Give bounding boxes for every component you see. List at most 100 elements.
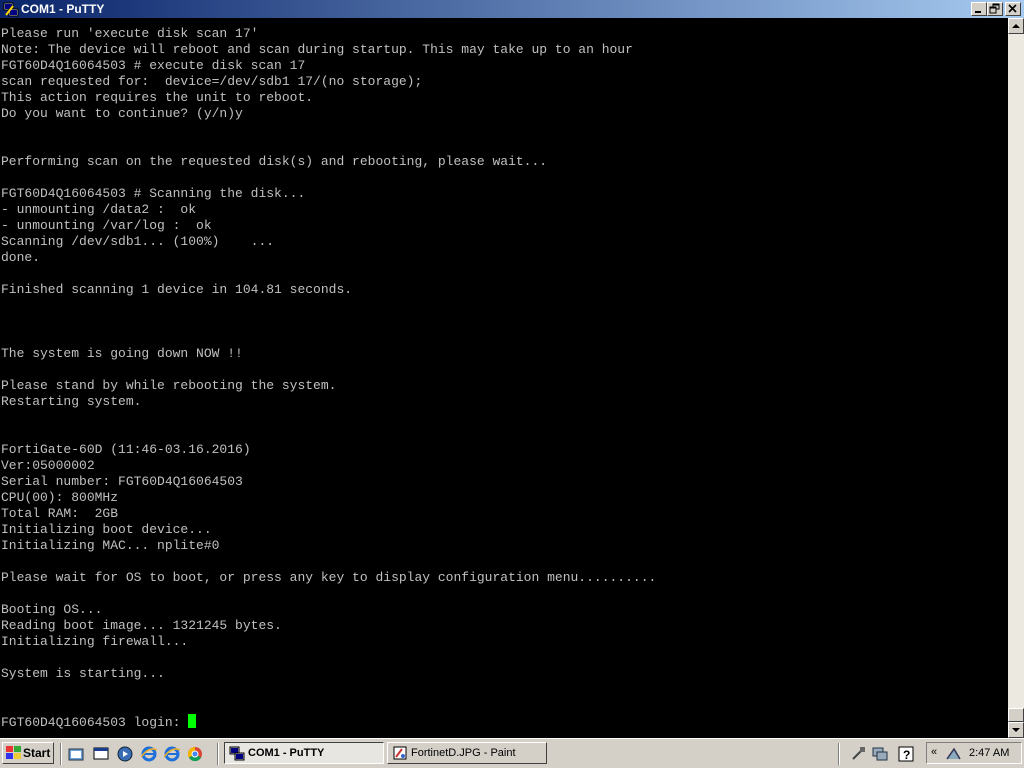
help-icon[interactable]: ?	[898, 746, 914, 762]
show-desktop-icon[interactable]	[93, 746, 109, 762]
internet-explorer-icon[interactable]	[141, 746, 157, 762]
windows-flag-icon	[6, 746, 21, 759]
terminal-line: FortiGate-60D (11:46-03.16.2016)	[1, 442, 251, 458]
terminal-line-text: Do you want to continue? (y/n)y	[1, 106, 243, 121]
start-label: Start	[23, 746, 51, 760]
scrollbar-thumb[interactable]	[1008, 708, 1024, 722]
terminal-line-text: Reading boot image... 1321245 bytes.	[1, 618, 282, 633]
terminal-line: Serial number: FGT60D4Q16064503	[1, 474, 243, 490]
chevron-left-icon[interactable]: «	[931, 746, 937, 758]
terminal-line: Total RAM: 2GB	[1, 506, 118, 522]
terminal-line-text: Initializing MAC... nplite#0	[1, 538, 220, 553]
terminal-line: FGT60D4Q16064503 # execute disk scan 17	[1, 58, 305, 74]
terminal-line: Please run 'execute disk scan 17'	[1, 26, 258, 42]
minimize-icon	[975, 11, 981, 13]
terminal-line-text: This action requires the unit to reboot.	[1, 90, 314, 105]
terminal-line-text: Performing scan on the requested disk(s)…	[1, 154, 548, 169]
terminal-line: done.	[1, 250, 40, 266]
terminal-line-text: scan requested for: device=/dev/sdb1 17/…	[1, 74, 423, 89]
putty-icon	[229, 746, 245, 761]
terminal-line-text: FortiGate-60D (11:46-03.16.2016)	[1, 442, 251, 457]
network-tray-icon[interactable]	[872, 746, 888, 762]
terminal-line: CPU(00): 800MHz	[1, 490, 118, 506]
restore-button[interactable]	[987, 2, 1003, 16]
terminal-line-text: Restarting system.	[1, 394, 142, 409]
vertical-scrollbar[interactable]	[1008, 18, 1024, 738]
terminal-line-text: Booting OS...	[1, 602, 103, 617]
terminal-line-text: - unmounting /var/log : ok	[1, 218, 212, 233]
terminal-line: Initializing boot device...	[1, 522, 212, 538]
taskbar: Start COM1 - PuTTY FortinetD.JPG - Paint…	[0, 738, 1024, 768]
terminal-line: The system is going down NOW !!	[1, 346, 243, 362]
terminal-line-text: Initializing boot device...	[1, 522, 212, 537]
window-title: COM1 - PuTTY	[21, 2, 105, 16]
internet-explorer-icon-2[interactable]	[164, 746, 180, 762]
terminal-line-text: - unmounting /data2 : ok	[1, 202, 197, 217]
arrow-up-icon	[1012, 24, 1020, 28]
paint-icon	[393, 746, 407, 760]
window-titlebar[interactable]: COM1 - PuTTY	[0, 0, 1024, 18]
terminal-line-text: Initializing firewall...	[1, 634, 189, 649]
terminal-line: Finished scanning 1 device in 104.81 sec…	[1, 282, 352, 298]
terminal-line: Reading boot image... 1321245 bytes.	[1, 618, 282, 634]
terminal-line: Do you want to continue? (y/n)y	[1, 106, 243, 122]
task-paint[interactable]: FortinetD.JPG - Paint	[387, 742, 547, 764]
scroll-up-button[interactable]	[1008, 18, 1024, 34]
svg-text:?: ?	[903, 748, 910, 762]
terminal-line-text: Please stand by while rebooting the syst…	[1, 378, 337, 393]
terminal-line: Booting OS...	[1, 602, 102, 618]
terminal-line-text: FGT60D4Q16064503 # Scanning the disk...	[1, 186, 306, 201]
taskbar-separator	[60, 743, 62, 765]
media-player-icon[interactable]	[117, 746, 133, 762]
terminal-line-text: The system is going down NOW !!	[1, 346, 243, 361]
terminal-line: Ver:05000002	[1, 458, 95, 474]
close-button[interactable]	[1005, 2, 1021, 16]
terminal-line: - unmounting /data2 : ok	[1, 202, 196, 218]
terminal-line-text: Total RAM: 2GB	[1, 506, 119, 521]
terminal-line: Restarting system.	[1, 394, 141, 410]
putty-icon	[3, 2, 19, 17]
explorer-icon[interactable]	[68, 746, 84, 762]
terminal-line-text: Ver:05000002	[1, 458, 95, 473]
terminal-line-text: FGT60D4Q16064503 # execute disk scan 17	[1, 58, 306, 73]
terminal-line: Note: The device will reboot and scan du…	[1, 42, 633, 58]
terminal-line: Initializing MAC... nplite#0	[1, 538, 219, 554]
task-label: COM1 - PuTTY	[248, 747, 325, 759]
terminal-line: This action requires the unit to reboot.	[1, 90, 313, 106]
terminal-line-text: Note: The device will reboot and scan du…	[1, 42, 633, 57]
terminal-line: Initializing firewall...	[1, 634, 188, 650]
terminal-line-text: System is starting...	[1, 666, 165, 681]
scroll-down-button[interactable]	[1008, 722, 1024, 738]
terminal-line-text: Scanning /dev/sdb1... (100%) ...	[1, 234, 275, 249]
taskbar-separator	[838, 743, 840, 765]
terminal-line: FGT60D4Q16064503 login:	[1, 714, 197, 730]
terminal-line: Please stand by while rebooting the syst…	[1, 378, 336, 394]
taskbar-separator	[217, 743, 219, 765]
terminal-line-text: Please run 'execute disk scan 17'	[1, 26, 259, 41]
task-label: FortinetD.JPG - Paint	[411, 747, 516, 759]
arrow-down-icon	[1012, 728, 1020, 732]
restore-icon	[989, 3, 1000, 14]
terminal-line-text: Serial number: FGT60D4Q16064503	[1, 474, 243, 489]
close-icon	[1008, 4, 1017, 13]
terminal-line: Please wait for OS to boot, or press any…	[1, 570, 656, 586]
network-connection-icon[interactable]	[945, 745, 963, 761]
chrome-icon[interactable]	[187, 746, 203, 762]
terminal-line-text: done.	[1, 250, 41, 265]
text-cursor	[188, 714, 197, 728]
terminal-line-text: CPU(00): 800MHz	[1, 490, 119, 505]
terminal-line-text: FGT60D4Q16064503 login:	[1, 715, 189, 730]
terminal-line: FGT60D4Q16064503 # Scanning the disk...	[1, 186, 305, 202]
system-tray: « 2:47 AM	[926, 742, 1022, 764]
terminal-output[interactable]: Please run 'execute disk scan 17' Note: T…	[0, 18, 1008, 738]
start-button[interactable]: Start	[2, 742, 54, 764]
clock[interactable]: 2:47 AM	[969, 747, 1009, 759]
terminal-line: Scanning /dev/sdb1... (100%) ...	[1, 234, 274, 250]
terminal-line: scan requested for: device=/dev/sdb1 17/…	[1, 74, 422, 90]
usb-device-icon[interactable]	[850, 746, 866, 762]
terminal-line: - unmounting /var/log : ok	[1, 218, 212, 234]
terminal-line: Performing scan on the requested disk(s)…	[1, 154, 547, 170]
task-putty[interactable]: COM1 - PuTTY	[224, 742, 384, 764]
terminal-line: System is starting...	[1, 666, 165, 682]
minimize-button[interactable]	[971, 2, 987, 16]
